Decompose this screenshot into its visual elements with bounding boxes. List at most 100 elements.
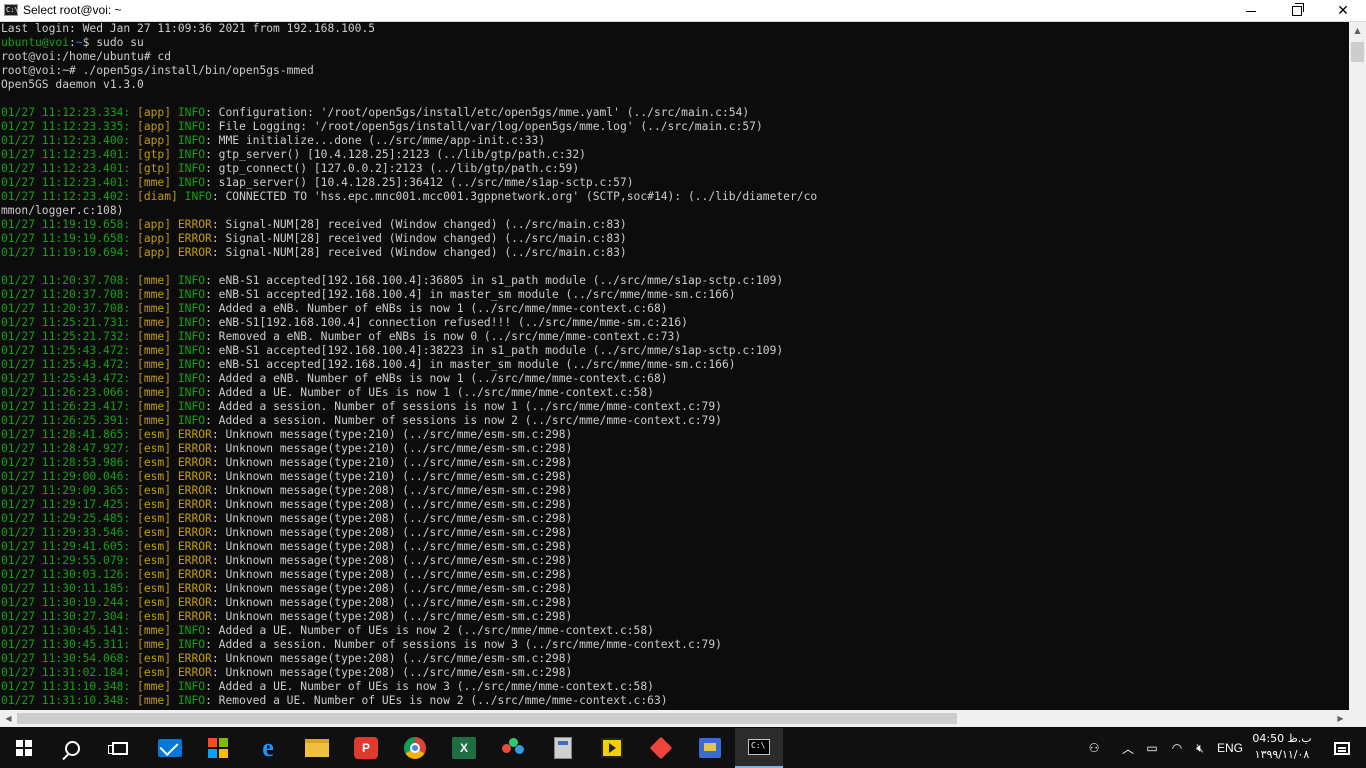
clock-date: ۱۳۹۹/۱۱/۰۸ — [1254, 748, 1310, 761]
close-button[interactable]: ✕ — [1320, 0, 1366, 22]
network-app-button[interactable] — [686, 728, 734, 768]
command-prompt-button[interactable]: C:\ — [735, 728, 783, 768]
console-text-segment: ERROR — [177, 666, 212, 679]
console-text-segment: : Removed a eNB. Number of eNBs is now 0… — [205, 330, 682, 343]
volume-muted-icon: 🔇︎ — [1196, 740, 1204, 755]
console-text-segment: [app] — [137, 134, 178, 147]
console-text-segment: 01/27 11:26:23.417: — [1, 400, 138, 413]
console-text-segment: 01/27 11:20:37.708: — [1, 288, 138, 301]
console-text-segment: [esm] — [137, 540, 178, 553]
show-hidden-icons-button[interactable]: ︿ — [1118, 728, 1138, 768]
console-text-segment: 01/27 11:25:21.732: — [1, 330, 138, 343]
scroll-left-icon[interactable]: ◀ — [0, 710, 17, 727]
battery-button[interactable]: ▭ — [1140, 728, 1164, 768]
excel-button[interactable]: X — [440, 728, 488, 768]
console-text-segment: ERROR — [177, 582, 212, 595]
edge-button[interactable]: e — [244, 728, 292, 768]
console-text-segment: [esm] — [137, 596, 178, 609]
maximize-button[interactable] — [1274, 0, 1320, 22]
language-indicator[interactable]: ENG — [1213, 728, 1247, 768]
console-text-segment: 01/27 11:31:10.348: — [1, 680, 138, 693]
console-line: root@voi:/home/ubuntu# cd — [0, 50, 1349, 64]
console-text-segment: 01/27 11:29:55.079: — [1, 554, 138, 567]
console-text-segment: [esm] — [137, 442, 178, 455]
file-explorer-button[interactable] — [293, 728, 341, 768]
window-title-bar[interactable]: C:\ Select root@voi: ~ ✕ — [0, 0, 1366, 22]
media-player-button[interactable] — [588, 728, 636, 768]
minimize-button[interactable] — [1228, 0, 1274, 22]
console-text-segment: [esm] — [137, 652, 178, 665]
task-view-button[interactable] — [96, 728, 144, 768]
console-line: 01/27 11:19:19.658: [app] ERROR: Signal-… — [0, 232, 1349, 246]
console-text-segment: : Signal-NUM[28] received (Window change… — [211, 218, 627, 231]
search-button[interactable] — [48, 728, 96, 768]
wifi-button[interactable]: ◠ — [1166, 728, 1188, 768]
console-text-segment: ERROR — [177, 610, 212, 623]
console-line: 01/27 11:29:41.605: [esm] ERROR: Unknown… — [0, 540, 1349, 554]
excel-icon: X — [452, 737, 476, 759]
console-text-segment: [mme] — [137, 358, 178, 371]
console-text-segment: [mme] — [137, 624, 178, 637]
console-line: 01/27 11:12:23.334: [app] INFO: Configur… — [0, 106, 1349, 120]
console-text-segment: : gtp_server() [10.4.128.25]:2123 (../li… — [205, 148, 586, 161]
console-text-segment: 01/27 11:29:17.425: — [1, 498, 138, 511]
console-text-segment: 01/27 11:12:23.401: — [1, 176, 138, 189]
volume-button[interactable]: 🔇︎ — [1189, 728, 1211, 768]
store-button[interactable] — [194, 728, 242, 768]
scroll-right-icon[interactable]: ▶ — [1332, 710, 1349, 727]
console-text-segment: : Removed a UE. Number of UEs is now 2 (… — [205, 694, 668, 707]
anydesk-button[interactable] — [637, 728, 685, 768]
console-text-segment: ERROR — [177, 470, 212, 483]
console-line: 01/27 11:28:41.865: [esm] ERROR: Unknown… — [0, 428, 1349, 442]
colorful-dots-icon — [501, 737, 525, 759]
scroll-up-icon[interactable]: ▲ — [1349, 22, 1366, 39]
start-button[interactable] — [0, 728, 48, 768]
console-text-segment: [mme] — [137, 176, 178, 189]
calculator-button[interactable] — [539, 728, 587, 768]
console-text-segment: : gtp_connect() [127.0.0.2]:2123 (../lib… — [205, 162, 580, 175]
console-text-segment: 01/27 11:28:41.865: — [1, 428, 138, 441]
console-text-segment: 01/27 11:12:23.335: — [1, 120, 138, 133]
horizontal-scroll-thumb[interactable] — [17, 713, 957, 724]
console-line: 01/27 11:25:43.472: [mme] INFO: eNB-S1 a… — [0, 344, 1349, 358]
console-text-segment: [esm] — [137, 512, 178, 525]
console-text-segment: [app] — [137, 246, 178, 259]
console-text-segment: ERROR — [177, 456, 212, 469]
console-text-segment: 01/27 11:20:37.708: — [1, 302, 138, 315]
console-text-segment: : Unknown message(type:208) (../src/mme/… — [211, 484, 573, 497]
vertical-scroll-thumb[interactable] — [1351, 42, 1364, 62]
console-text-segment: 01/27 11:12:23.401: — [1, 148, 138, 161]
console-text-segment: : eNB-S1 accepted[192.168.100.4]:36805 i… — [205, 274, 784, 287]
people-button[interactable]: ⚇ — [1080, 728, 1108, 768]
console-text-segment: [diam] — [137, 190, 185, 203]
chrome-button[interactable] — [391, 728, 439, 768]
console-text-segment: INFO — [184, 190, 212, 203]
console-text-segment: 01/27 11:25:43.472: — [1, 372, 138, 385]
action-center-button[interactable] — [1318, 728, 1366, 768]
console-text-segment: : Unknown message(type:208) (../src/mme/… — [211, 610, 573, 623]
horizontal-scrollbar[interactable]: ◀ ▶ — [0, 710, 1349, 727]
console-text-segment: ubuntu@voi — [1, 36, 70, 49]
console-text-segment: ERROR — [177, 526, 212, 539]
console-text-segment: [mme] — [137, 400, 178, 413]
console-text-segment: Last login: Wed Jan 27 11:09:36 2021 fro… — [1, 22, 376, 35]
vertical-scrollbar[interactable]: ▲ — [1349, 22, 1366, 710]
colorful-app-button[interactable] — [489, 728, 537, 768]
console-line: 01/27 11:29:17.425: [esm] ERROR: Unknown… — [0, 498, 1349, 512]
console-line: 01/27 11:30:03.126: [esm] ERROR: Unknown… — [0, 568, 1349, 582]
wifi-icon: ◠ — [1171, 741, 1183, 755]
clock[interactable]: 04:50 ب.ظ ۱۳۹۹/۱۱/۰۸ — [1251, 731, 1313, 763]
console-text-segment: : MME initialize...done (../src/mme/app-… — [205, 134, 546, 147]
mail-button[interactable] — [146, 728, 194, 768]
console-text-segment: 01/27 11:20:37.708: — [1, 274, 138, 287]
console-line: 01/27 11:19:19.658: [app] ERROR: Signal-… — [0, 218, 1349, 232]
console-text-segment: INFO — [177, 694, 206, 707]
terminal-output[interactable]: Last login: Wed Jan 27 11:09:36 2021 fro… — [0, 22, 1349, 710]
console-text-segment: [esm] — [137, 484, 178, 497]
psiphon-button[interactable]: P — [342, 728, 390, 768]
console-text-segment: INFO — [177, 344, 206, 357]
console-line: 01/27 11:30:19.244: [esm] ERROR: Unknown… — [0, 596, 1349, 610]
console-text-segment: [app] — [137, 218, 178, 231]
console-text-segment: [mme] — [137, 288, 178, 301]
console-text-segment: 01/27 11:25:43.472: — [1, 344, 138, 357]
